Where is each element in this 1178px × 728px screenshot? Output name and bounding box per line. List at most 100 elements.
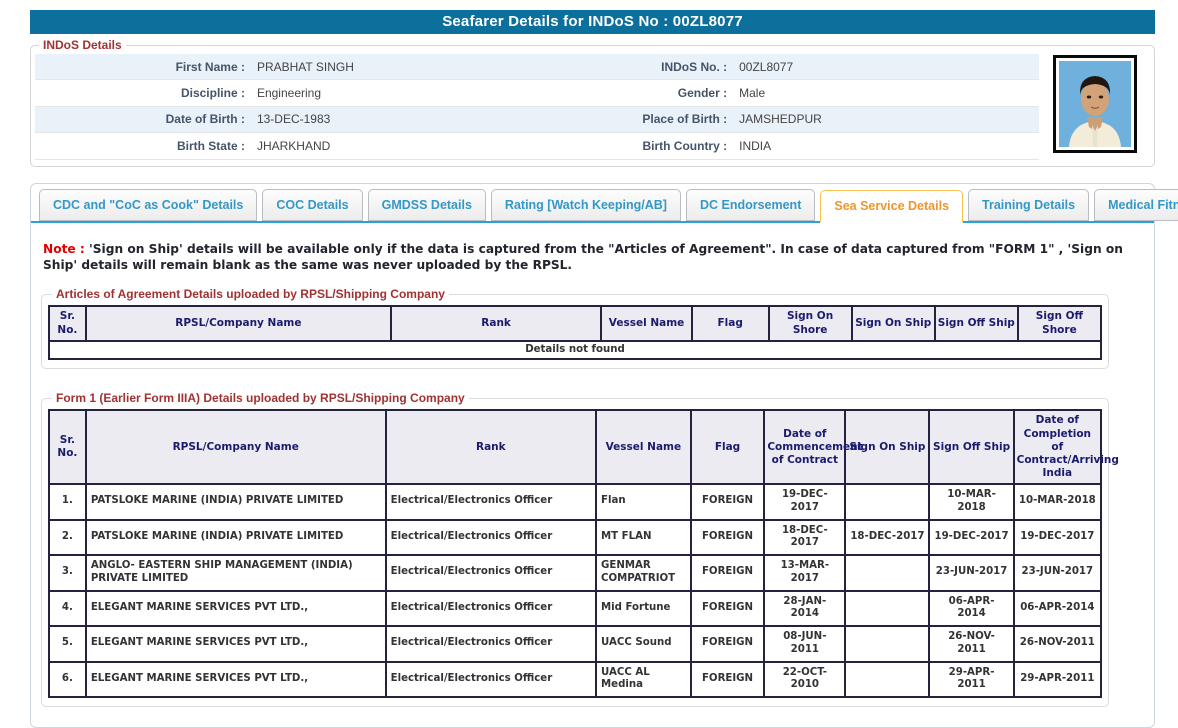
- column-header: Sign Off Ship: [929, 410, 1013, 484]
- field-label: Birth State :: [35, 133, 251, 159]
- birth-state-value: JHARKHAND: [251, 133, 547, 159]
- note-text: Note : 'Sign on Ship' details will be av…: [43, 241, 1138, 274]
- field-label: INDoS No. :: [547, 54, 733, 80]
- seafarer-photo-image: [1059, 61, 1131, 147]
- personal-row: Discipline : Engineering Gender : Male: [35, 80, 1150, 106]
- table-cell: 06-APR-2014: [1014, 591, 1101, 627]
- field-label: Gender :: [547, 80, 733, 106]
- table-cell: ELEGANT MARINE SERVICES PVT LTD.,: [86, 591, 386, 627]
- empty-row: Details not found: [49, 341, 1101, 360]
- column-header: Sr. No.: [49, 410, 86, 484]
- gender-value: Male: [733, 80, 1039, 106]
- table-cell: 3.: [49, 555, 86, 591]
- table-cell: [845, 662, 929, 698]
- table-cell: ANGLO- EASTERN SHIP MANAGEMENT (INDIA) P…: [86, 555, 386, 591]
- table-cell: UACC AL Medina: [596, 662, 691, 698]
- form1-table: Sr. No. RPSL/Company Name Rank Vessel Na…: [48, 409, 1102, 698]
- column-header: Sign On Shore: [769, 306, 852, 340]
- table-cell: 08-JUN-2011: [764, 626, 845, 662]
- main-container: CDC and "CoC as Cook" Details COC Detail…: [30, 183, 1155, 728]
- column-header: Rank: [386, 410, 596, 484]
- table-cell: PATSLOKE MARINE (INDIA) PRIVATE LIMITED: [86, 520, 386, 556]
- table-cell: 29-APR-2011: [929, 662, 1013, 698]
- articles-of-agreement-section: Articles of Agreement Details uploaded b…: [41, 287, 1109, 369]
- form1-title: Form 1 (Earlier Form IIIA) Details uploa…: [52, 391, 469, 405]
- indos-details-legend: INDoS Details: [39, 38, 126, 52]
- column-header: Vessel Name: [596, 410, 691, 484]
- table-cell: Flan: [596, 484, 691, 520]
- birth-country-value: INDIA: [733, 133, 1039, 159]
- table-cell: 23-JUN-2017: [1014, 555, 1101, 591]
- column-header: Vessel Name: [601, 306, 691, 340]
- personal-details-table: First Name : PRABHAT SINGH INDoS No. : 0…: [35, 54, 1150, 160]
- table-cell: MT FLAN: [596, 520, 691, 556]
- dob-value: 13-DEC-1983: [251, 106, 547, 132]
- column-header: Sr. No.: [49, 306, 86, 340]
- tab-medical-fitness-certificate[interactable]: Medical Fitness Certificate: [1094, 189, 1178, 221]
- table-cell: 29-APR-2011: [1014, 662, 1101, 698]
- table-cell: FOREIGN: [691, 520, 765, 556]
- table-row: 4.ELEGANT MARINE SERVICES PVT LTD.,Elect…: [49, 591, 1101, 627]
- column-header: RPSL/Company Name: [86, 306, 391, 340]
- table-cell: Electrical/Electronics Officer: [386, 626, 596, 662]
- column-header: Date of Completion of Contract/Arriving …: [1014, 410, 1101, 484]
- tab-content: Note : 'Sign on Ship' details will be av…: [31, 223, 1154, 728]
- page: Seafarer Details for INDoS No : 00ZL8077…: [0, 0, 1178, 728]
- table-cell: GENMAR COMPATRIOT: [596, 555, 691, 591]
- table-header-row: Sr. No. RPSL/Company Name Rank Vessel Na…: [49, 410, 1101, 484]
- table-cell: 18-DEC-2017: [764, 520, 845, 556]
- tab-dc-endorsement[interactable]: DC Endorsement: [686, 189, 815, 221]
- table-cell: Electrical/Electronics Officer: [386, 662, 596, 698]
- table-cell: Electrical/Electronics Officer: [386, 484, 596, 520]
- table-cell: 22-OCT-2010: [764, 662, 845, 698]
- column-header: RPSL/Company Name: [86, 410, 386, 484]
- table-cell: 18-DEC-2017: [845, 520, 929, 556]
- table-cell: ELEGANT MARINE SERVICES PVT LTD.,: [86, 662, 386, 698]
- tab-cdc-coc-as-cook-details[interactable]: CDC and "CoC as Cook" Details: [39, 189, 257, 221]
- table-cell: Mid Fortune: [596, 591, 691, 627]
- table-cell: 10-MAR-2018: [1014, 484, 1101, 520]
- articles-of-agreement-table: Sr. No. RPSL/Company Name Rank Vessel Na…: [48, 305, 1102, 360]
- table-cell: 23-JUN-2017: [929, 555, 1013, 591]
- table-cell: FOREIGN: [691, 626, 765, 662]
- first-name-value: PRABHAT SINGH: [251, 54, 547, 80]
- tab-training-details[interactable]: Training Details: [968, 189, 1089, 221]
- note-prefix: Note :: [43, 242, 85, 256]
- table-header-row: Sr. No. RPSL/Company Name Rank Vessel Na…: [49, 306, 1101, 340]
- field-label: Birth Country :: [547, 133, 733, 159]
- field-label: Discipline :: [35, 80, 251, 106]
- page-title: Seafarer Details for INDoS No : 00ZL8077: [30, 10, 1155, 34]
- table-cell: 13-MAR-2017: [764, 555, 845, 591]
- table-cell: 06-APR-2014: [929, 591, 1013, 627]
- tab-rating-watch-keeping-ab[interactable]: Rating [Watch Keeping/AB]: [491, 189, 681, 221]
- tab-sea-service-details[interactable]: Sea Service Details: [820, 190, 963, 223]
- details-not-found-message: Details not found: [49, 341, 1101, 360]
- table-cell: UACC Sound: [596, 626, 691, 662]
- table-cell: FOREIGN: [691, 662, 765, 698]
- table-cell: Electrical/Electronics Officer: [386, 591, 596, 627]
- table-cell: PATSLOKE MARINE (INDIA) PRIVATE LIMITED: [86, 484, 386, 520]
- tab-coc-details[interactable]: COC Details: [262, 189, 362, 221]
- table-cell: Electrical/Electronics Officer: [386, 520, 596, 556]
- field-label: Date of Birth :: [35, 106, 251, 132]
- table-row: 2.PATSLOKE MARINE (INDIA) PRIVATE LIMITE…: [49, 520, 1101, 556]
- table-cell: 19-DEC-2017: [1014, 520, 1101, 556]
- table-cell: Electrical/Electronics Officer: [386, 555, 596, 591]
- tab-gmdss-details[interactable]: GMDSS Details: [368, 189, 486, 221]
- table-cell: [845, 626, 929, 662]
- photo-cell: [1039, 54, 1150, 159]
- form1-section: Form 1 (Earlier Form IIIA) Details uploa…: [41, 391, 1109, 707]
- table-row: 5.ELEGANT MARINE SERVICES PVT LTD.,Elect…: [49, 626, 1101, 662]
- indos-no-value: 00ZL8077: [733, 54, 1039, 80]
- table-row: 6.ELEGANT MARINE SERVICES PVT LTD.,Elect…: [49, 662, 1101, 698]
- field-label: Place of Birth :: [547, 106, 733, 132]
- column-header: Flag: [692, 306, 769, 340]
- table-cell: 1.: [49, 484, 86, 520]
- note-body: 'Sign on Ship' details will be available…: [43, 242, 1123, 272]
- table-cell: 5.: [49, 626, 86, 662]
- table-cell: 26-NOV-2011: [1014, 626, 1101, 662]
- table-cell: 6.: [49, 662, 86, 698]
- table-cell: 26-NOV-2011: [929, 626, 1013, 662]
- table-cell: 4.: [49, 591, 86, 627]
- table-cell: FOREIGN: [691, 591, 765, 627]
